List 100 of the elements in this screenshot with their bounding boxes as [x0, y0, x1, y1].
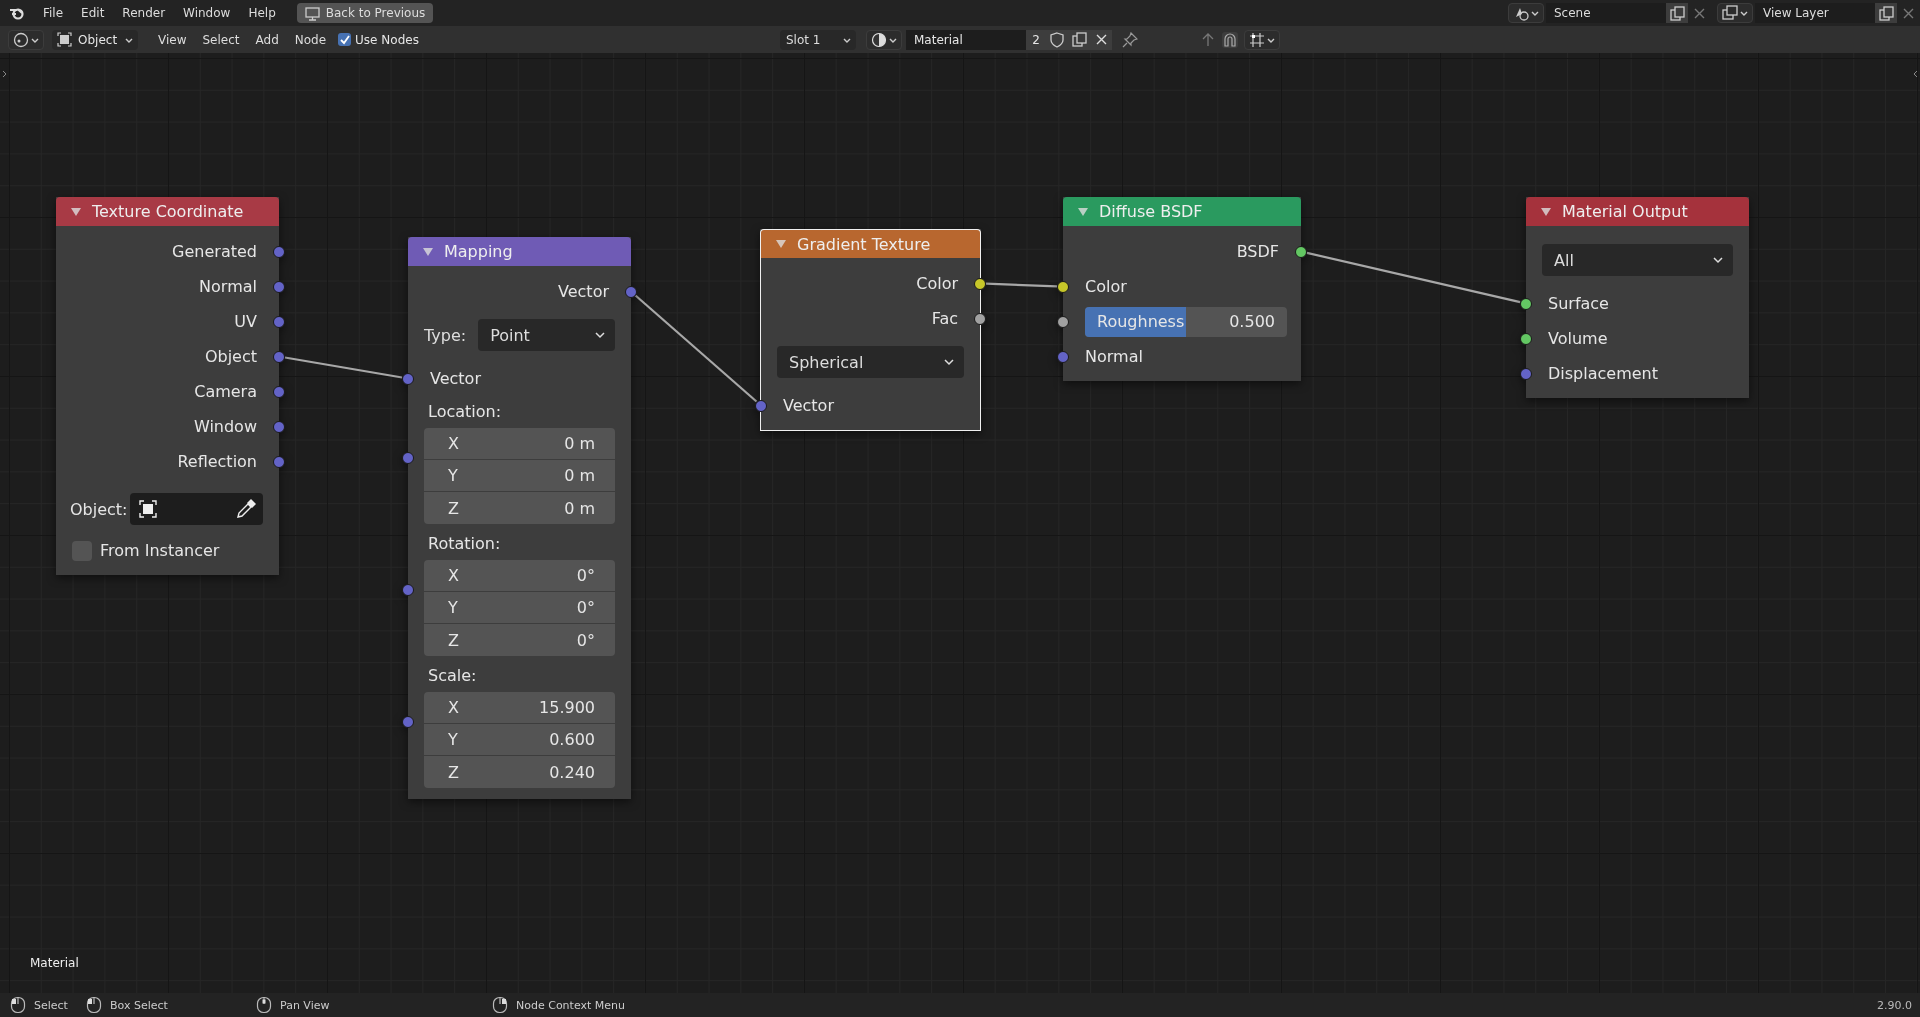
unlink-button[interactable]: [1090, 29, 1112, 50]
menu-item[interactable]: Select: [196, 32, 246, 47]
node-socket[interactable]: [273, 280, 285, 293]
node-socket[interactable]: [402, 452, 414, 464]
number-field[interactable]: Z 0.240: [424, 756, 615, 788]
node-header[interactable]: Texture Coordinate: [56, 197, 279, 226]
menu-item[interactable]: View: [152, 32, 193, 47]
user-count[interactable]: 2: [1026, 29, 1046, 50]
number-field[interactable]: Y 0°: [424, 592, 615, 624]
socket-label: Object: [204, 347, 257, 366]
roughness-slider[interactable]: Roughness 0.500: [1085, 306, 1287, 337]
object-dropdown[interactable]: Object: [52, 29, 138, 50]
menu-item[interactable]: Window: [174, 6, 240, 20]
grid-snap-icon: [1249, 31, 1265, 48]
node-socket[interactable]: [1520, 332, 1532, 345]
node-socket[interactable]: [273, 455, 285, 468]
node-link[interactable]: [284, 356, 403, 379]
node-header[interactable]: Gradient Texture: [760, 229, 981, 258]
dropdown-text: Spherical: [789, 352, 864, 372]
field-value: 0°: [576, 566, 595, 585]
collapse-triangle-icon[interactable]: [1540, 205, 1552, 218]
sidebar-toggle-icon[interactable]: [1912, 69, 1919, 79]
scene-field[interactable]: Scene: [1546, 3, 1666, 23]
menu-item[interactable]: Render: [113, 6, 175, 20]
chevron-down-icon: [1713, 255, 1723, 265]
sphere-icon: [871, 31, 887, 48]
node-socket[interactable]: [1520, 297, 1532, 310]
node-socket[interactable]: [1520, 367, 1532, 380]
mouse-icon: [256, 996, 272, 1014]
node-socket[interactable]: [273, 315, 285, 328]
node-socket[interactable]: [974, 312, 986, 325]
back-to-previous-button[interactable]: Back to Previous: [296, 3, 434, 23]
material-browser[interactable]: [866, 29, 902, 50]
number-field[interactable]: Z 0 m: [424, 492, 615, 524]
node-canvas[interactable]: [0, 53, 1920, 993]
node-socket[interactable]: [1057, 280, 1069, 293]
node-socket[interactable]: [402, 716, 414, 728]
node-link[interactable]: [1306, 251, 1521, 304]
node-socket[interactable]: [273, 420, 285, 433]
number-field[interactable]: X 0 m: [424, 428, 615, 460]
material-name-field[interactable]: Material: [906, 29, 1026, 50]
axis-label: Z: [448, 630, 459, 650]
pin-icon[interactable]: [1122, 31, 1138, 48]
node-socket[interactable]: [273, 245, 285, 258]
node-socket[interactable]: [1057, 350, 1069, 363]
node-socket[interactable]: [1295, 245, 1307, 258]
menu-item[interactable]: Node: [288, 32, 333, 47]
menu-item[interactable]: File: [34, 6, 73, 20]
dropdown[interactable]: Point: [478, 319, 615, 351]
editor-type-selector[interactable]: [8, 29, 44, 50]
node-socket[interactable]: [755, 399, 767, 412]
layers-icon: [1722, 5, 1738, 21]
axis-label: Y: [448, 730, 458, 749]
snap-selector[interactable]: [1244, 29, 1280, 50]
node-socket[interactable]: [273, 385, 285, 398]
node-link[interactable]: [634, 294, 758, 403]
collapse-triangle-icon[interactable]: [775, 238, 787, 250]
field-value: 0°: [576, 630, 595, 650]
dropdown[interactable]: All: [1542, 244, 1733, 276]
node-header[interactable]: Mapping: [408, 237, 631, 266]
collapse-triangle-icon[interactable]: [70, 205, 82, 218]
node-card[interactable]: Gradient Texture Color Fac Spherical Vector: [753, 229, 988, 431]
node-socket[interactable]: [974, 277, 986, 290]
socket-label: Generated: [172, 242, 257, 261]
node-header[interactable]: Material Output: [1526, 197, 1749, 226]
magnet-icon[interactable]: [1222, 31, 1238, 48]
node-socket[interactable]: [402, 372, 414, 385]
node-editor-icon: [13, 31, 29, 48]
menu-item[interactable]: Help: [239, 6, 285, 20]
shield-icon: [1049, 31, 1065, 48]
node-card[interactable]: Diffuse BSDF BSDF Color Roughness 0.500 Normal: [1056, 197, 1308, 381]
number-field[interactable]: Y 0.600: [424, 724, 615, 756]
axis-label: Z: [448, 498, 459, 518]
number-field[interactable]: X 0°: [424, 560, 615, 592]
collapse-triangle-icon[interactable]: [422, 245, 434, 258]
number-field[interactable]: Y 0 m: [424, 460, 615, 492]
use-nodes-checkbox[interactable]: [338, 33, 352, 46]
object-field[interactable]: [129, 493, 263, 525]
node-link[interactable]: [985, 282, 1058, 288]
node-card[interactable]: Mapping Vector Type: Point Vector Location: X 0 m Y 0 m Z 0 m Rotation: X 0° Y 0° Z 0° Scale: X 15.900 Y 0.600 Z 0.240: [401, 237, 638, 799]
node-socket[interactable]: [273, 350, 285, 363]
menu-item[interactable]: Edit: [72, 6, 114, 20]
object-icon: [57, 32, 72, 47]
node-socket[interactable]: [625, 285, 637, 298]
menu-item[interactable]: Add: [249, 32, 285, 47]
number-field[interactable]: Z 0°: [424, 624, 615, 656]
node-title: Mapping: [444, 242, 513, 261]
arrow-up-icon[interactable]: [1200, 31, 1216, 48]
axis-label: X: [448, 566, 459, 585]
axis-label: Y: [448, 466, 458, 485]
layers-selector[interactable]: [1717, 3, 1753, 23]
slot-dropdown[interactable]: Slot 1: [780, 29, 856, 50]
node-socket[interactable]: [1057, 315, 1069, 328]
node-socket[interactable]: [402, 584, 414, 596]
slider-label: Roughness: [1097, 312, 1185, 331]
scene-selector[interactable]: [1508, 3, 1544, 23]
dropdown[interactable]: Spherical: [777, 346, 964, 378]
sidebar-toggle-icon[interactable]: [1, 69, 8, 79]
number-field[interactable]: X 15.900: [424, 692, 615, 724]
view-layer-field[interactable]: View Layer: [1755, 3, 1875, 23]
